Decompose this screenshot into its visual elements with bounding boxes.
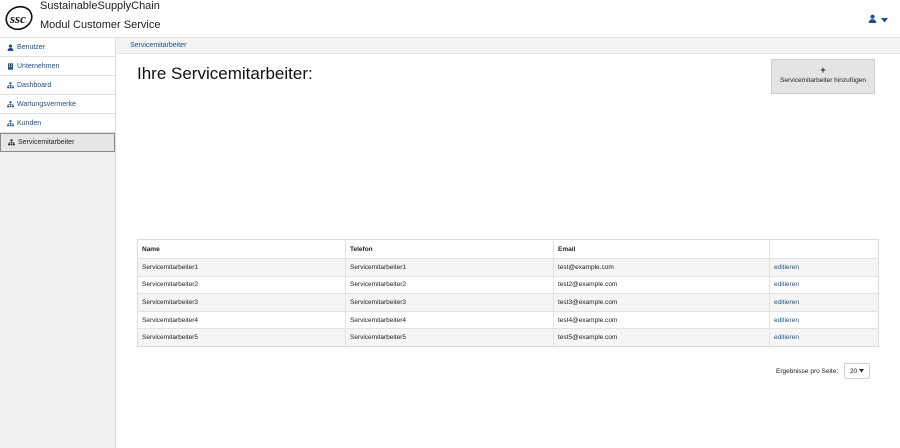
sidebar-item-label: Wartungsvermerke [17, 100, 76, 108]
add-service-employee-button[interactable]: + Servicemitarbeiter hinzufügen [771, 59, 875, 94]
sidebar-item-label: Unternehmen [17, 62, 60, 70]
app-header: ssc SustainableSupplyChain Modul Custome… [0, 0, 900, 38]
ssc-logo[interactable]: ssc [4, 4, 34, 32]
caret-down-icon [881, 10, 888, 28]
sidebar-item-label: Dashboard [17, 81, 52, 89]
sidebar-item-unternehmen[interactable]: Unternehmen [0, 57, 115, 76]
sidebar-item-benutzer[interactable]: Benutzer [0, 38, 115, 57]
cell-email: test3@example.com [554, 294, 770, 311]
breadcrumb-bar: Servicemitarbeiter [116, 38, 900, 54]
sidebar: Benutzer Unternehmen Dashboard Wartungsv… [0, 38, 116, 448]
cell-phone: Servicemitarbeiter4 [346, 311, 554, 329]
cell-email: test4@example.com [554, 311, 770, 329]
results-per-page-label: Ergebnisse pro Seite: [776, 368, 839, 375]
table-row: Servicemitarbeiter5 Servicemitarbeiter5 … [138, 328, 878, 346]
header-name[interactable]: Name [138, 240, 346, 258]
sidebar-item-label: Kunden [17, 119, 42, 127]
header-actions [770, 240, 878, 258]
per-page-value: 20 [849, 367, 858, 375]
building-icon [6, 62, 14, 70]
edit-link[interactable]: editieren [774, 281, 799, 288]
cell-phone: Servicemitarbeiter2 [346, 276, 554, 294]
cell-email: test@example.com [554, 259, 770, 276]
add-button-label: Servicemitarbeiter hinzufügen [780, 77, 866, 84]
user-icon [868, 10, 877, 28]
edit-link[interactable]: editieren [774, 317, 799, 324]
table-row: Servicemitarbeiter3 Servicemitarbeiter3 … [138, 293, 878, 311]
sitemap-icon [6, 100, 14, 108]
table-header-row: Name Telefon Email [138, 240, 878, 258]
sitemap-icon [6, 119, 14, 127]
table-row: Servicemitarbeiter2 Servicemitarbeiter2 … [138, 275, 878, 294]
caret-down-icon [859, 368, 865, 375]
cell-phone: Servicemitarbeiter5 [346, 329, 554, 346]
sidebar-item-label: Benutzer [17, 43, 46, 51]
header-email[interactable]: Email [554, 240, 770, 258]
table-row: Servicemitarbeiter4 Servicemitarbeiter4 … [138, 310, 878, 329]
table-row: Servicemitarbeiter1 Servicemitarbeiter1 … [138, 258, 878, 276]
plus-icon: + [820, 65, 826, 75]
cell-name: Servicemitarbeiter1 [138, 259, 346, 276]
page-title: Ihre Servicemitarbeiter: [137, 64, 313, 83]
app-title: SustainableSupplyChain [40, 0, 160, 12]
app-subtitle: Modul Customer Service [40, 19, 161, 31]
header-telefon[interactable]: Telefon [346, 240, 554, 258]
edit-link[interactable]: editieren [774, 334, 799, 341]
cell-name: Servicemitarbeiter4 [138, 311, 346, 329]
cell-name: Servicemitarbeiter3 [138, 294, 346, 311]
sidebar-item-servicemitarbeiter[interactable]: Servicemitarbeiter [0, 133, 115, 152]
employees-table: Name Telefon Email Servicemitarbeiter1 S… [137, 239, 879, 347]
cell-phone: Servicemitarbeiter1 [346, 259, 554, 276]
cell-name: Servicemitarbeiter2 [138, 276, 346, 294]
cell-phone: Servicemitarbeiter3 [346, 294, 554, 311]
results-per-page-select[interactable]: 20 [844, 363, 870, 379]
breadcrumb[interactable]: Servicemitarbeiter [130, 42, 186, 49]
edit-link[interactable]: editieren [774, 264, 799, 271]
sidebar-item-kunden[interactable]: Kunden [0, 114, 115, 133]
sitemap-icon [6, 81, 14, 89]
user-icon [6, 43, 14, 51]
cell-name: Servicemitarbeiter5 [138, 329, 346, 346]
sidebar-item-dashboard[interactable]: Dashboard [0, 76, 115, 95]
sidebar-item-wartungsvermerke[interactable]: Wartungsvermerke [0, 95, 115, 114]
cell-email: test2@example.com [554, 276, 770, 294]
user-menu[interactable] [868, 10, 888, 28]
sitemap-icon [7, 139, 15, 147]
logo-text: ssc [9, 11, 26, 26]
cell-email: test5@example.com [554, 329, 770, 346]
edit-link[interactable]: editieren [774, 299, 799, 306]
sidebar-item-label: Servicemitarbeiter [18, 139, 75, 146]
